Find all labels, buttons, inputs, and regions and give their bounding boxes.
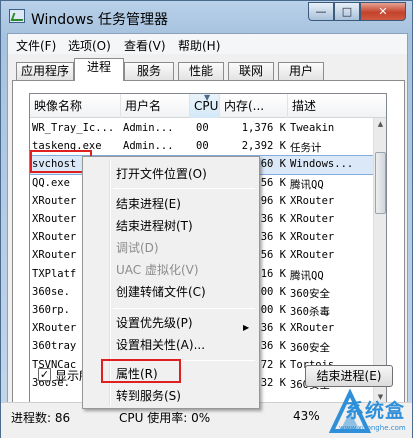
scrollbar-thumb[interactable] (375, 152, 386, 214)
tab-services[interactable]: 服务 (124, 62, 174, 80)
cell-description: Tweakin (290, 122, 335, 134)
show-all-processes-checkbox[interactable]: ✓ (38, 368, 51, 381)
menu-separator (113, 308, 255, 309)
cell-description: 腾讯QQ (290, 269, 324, 282)
status-cpu-usage: CPU 使用率: 0% (119, 411, 211, 425)
maximize-button[interactable]: □ (334, 2, 360, 21)
vertical-scrollbar[interactable]: ▲ ▼ (373, 118, 386, 404)
properties-highlight-box (101, 359, 181, 383)
cell-description: XRouter (290, 194, 335, 207)
cell-user-name: Admin... (123, 140, 174, 153)
task-manager-icon (9, 9, 25, 23)
cell-cpu: 00 (196, 140, 209, 153)
menu-set-priority[interactable]: 设置优先级(P) (116, 313, 193, 333)
table-row[interactable]: WR_Tray_Ic... Admin... 00 1,376 K Tweakin (30, 120, 375, 138)
menu-open-file-location[interactable]: 打开文件位置(O) (116, 164, 207, 184)
menu-end-process-tree[interactable]: 结束进程树(T) (116, 216, 193, 236)
minimize-button[interactable]: — (308, 2, 334, 21)
menu-separator (113, 188, 255, 189)
menu-bar: 文件(F) 选项(O) 查看(V) 帮助(H) (8, 34, 407, 54)
column-cpu[interactable]: ▼ CPU (190, 94, 220, 118)
cell-cpu: 00 (196, 122, 209, 134)
submenu-arrow-icon: ▶ (243, 323, 250, 332)
scroll-up-icon[interactable]: ▲ (374, 118, 386, 131)
close-button[interactable]: ✕ (360, 2, 406, 21)
menu-uac-virtualization: UAC 虚拟化(V) (116, 263, 199, 277)
tab-networking[interactable]: 联网 (228, 62, 274, 80)
title-bar[interactable]: Windows 任务管理器 — □ ✕ (1, 1, 412, 33)
menu-set-affinity[interactable]: 设置相关性(A)... (116, 335, 205, 355)
menu-end-process[interactable]: 结束进程(E) (116, 194, 181, 214)
cell-description: XRouter (290, 231, 335, 244)
cell-description: Windows... (290, 158, 354, 171)
cell-description: 360安全 (290, 342, 330, 355)
status-process-count: 进程数: 86 (11, 411, 71, 425)
cell-description: 腾讯QQ (290, 178, 324, 191)
tab-performance[interactable]: 性能 (178, 62, 224, 80)
cell-memory: 1,376 K (241, 122, 286, 134)
cell-description: XRouter (290, 249, 335, 262)
column-user-name[interactable]: 用户名 (121, 94, 190, 118)
cell-description: 360杀毒 (290, 306, 330, 318)
cell-user-name: Admin... (123, 122, 174, 134)
menu-options[interactable]: 选项(O) (68, 37, 111, 54)
cell-image-name: WR_Tray_Ic... (32, 122, 115, 134)
window-title: Windows 任务管理器 (31, 12, 168, 28)
column-memory[interactable]: 内存(... (220, 94, 288, 118)
watermark-url: www.xitonghe.com (339, 424, 406, 432)
status-memory: 43% (293, 409, 320, 423)
cell-description: 360安全 (290, 287, 330, 300)
column-header-row: 映像名称 用户名 ▼ CPU 内存(... 描述 (30, 94, 386, 118)
cell-memory: 2,392 K (241, 140, 286, 153)
cell-description: XRouter (290, 322, 335, 335)
menu-go-to-service[interactable]: 转到服务(S) (116, 386, 181, 406)
tab-strip: 应用程序 进程 服务 性能 联网 用户 (8, 56, 407, 81)
menu-file[interactable]: 文件(F) (16, 37, 56, 54)
tab-applications[interactable]: 应用程序 (16, 62, 74, 80)
menu-view[interactable]: 查看(V) (124, 37, 166, 54)
menu-create-dump-file[interactable]: 创建转储文件(C) (116, 282, 206, 302)
sort-desc-icon: ▼ (204, 93, 211, 102)
column-image-name[interactable]: 映像名称 (30, 94, 121, 118)
tab-users[interactable]: 用户 (278, 62, 324, 80)
tab-processes[interactable]: 进程 (74, 58, 124, 81)
cell-description: 任务计 (290, 142, 322, 155)
menu-help[interactable]: 帮助(H) (178, 37, 220, 54)
watermark-text: 系统盒 (345, 400, 406, 422)
menu-debug: 调试(D) (116, 241, 159, 255)
cell-description: XRouter (290, 213, 335, 225)
column-description[interactable]: 描述 (288, 94, 386, 118)
